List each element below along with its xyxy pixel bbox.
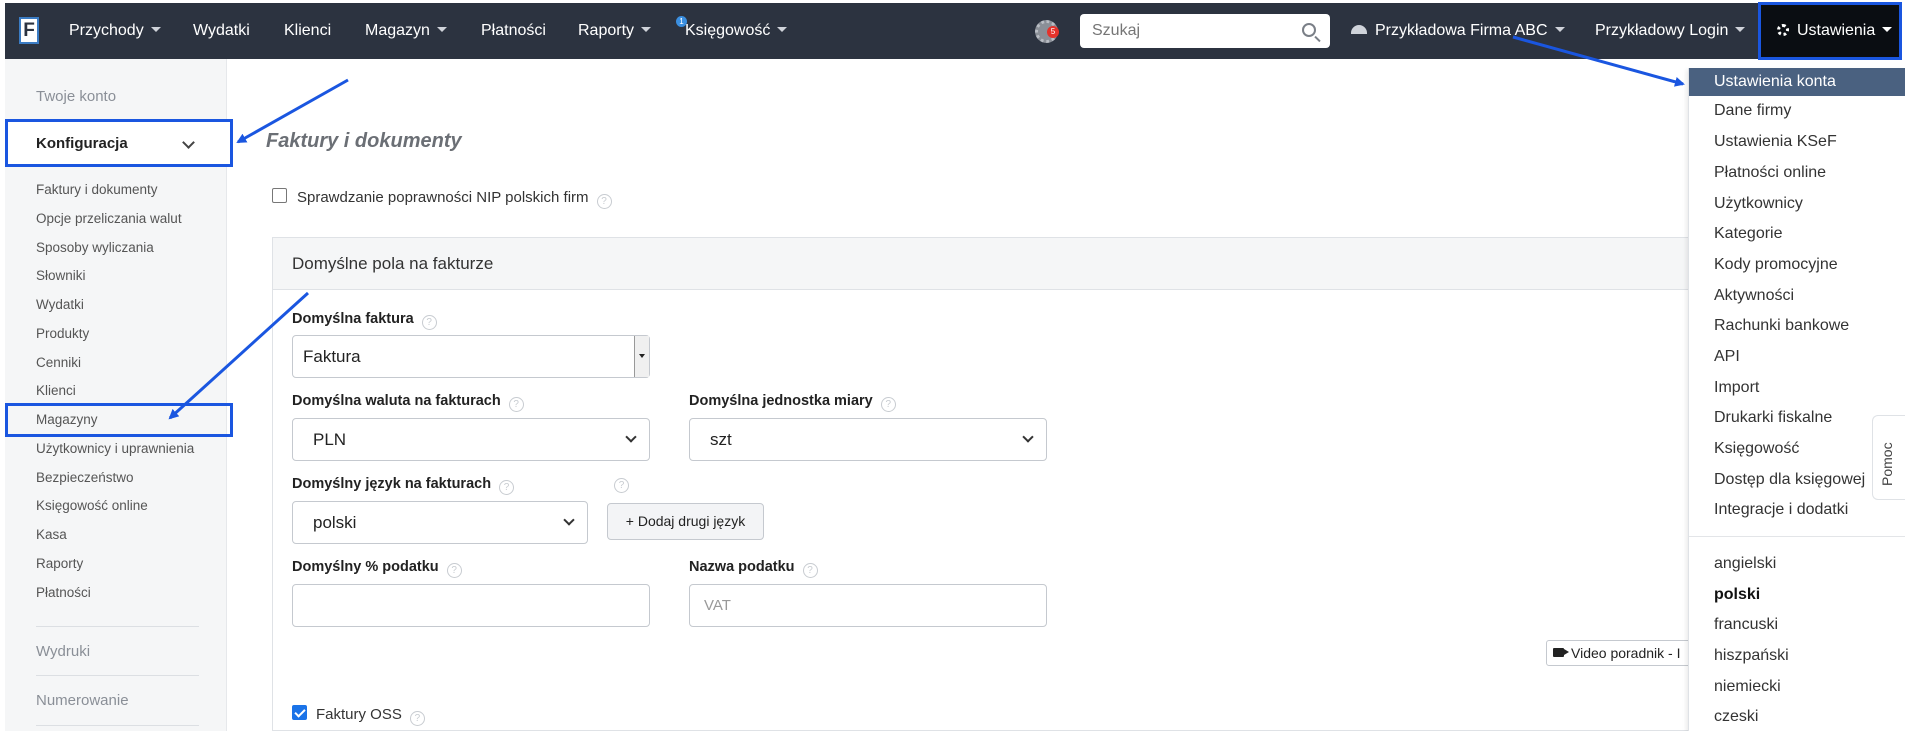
arrow-to-magazyny bbox=[168, 291, 310, 420]
arrow-to-ustawienia-konta bbox=[1512, 35, 1685, 87]
arrow-to-konfiguracja bbox=[236, 78, 349, 144]
annotation-arrows bbox=[168, 35, 1685, 420]
